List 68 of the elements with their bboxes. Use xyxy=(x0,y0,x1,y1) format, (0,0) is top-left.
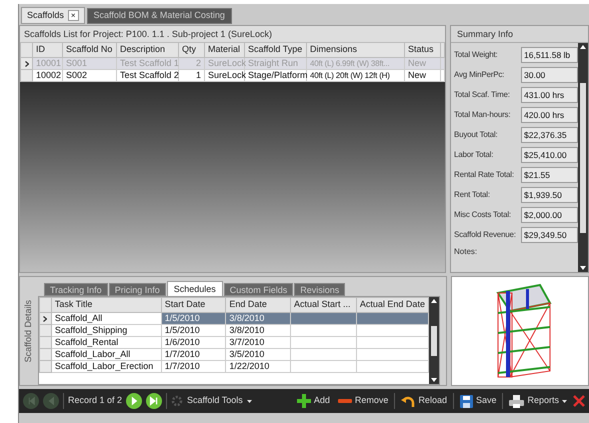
tab-label: Scaffolds xyxy=(27,8,64,22)
column-header[interactable]: Actual Start ... xyxy=(290,298,356,312)
printer-icon xyxy=(509,394,524,408)
value-field[interactable]: $1,939.50 xyxy=(521,187,578,203)
last-button[interactable] xyxy=(146,393,162,409)
grid-title: Scaffolds List for Project: P100. 1.1 . Sub-project 1 (SureLock) xyxy=(20,26,445,42)
field-label: Avg MinPerPc: xyxy=(454,69,506,81)
value-field[interactable]: $29,349.50 xyxy=(521,227,578,243)
add-button[interactable]: Add xyxy=(294,394,332,408)
column-header[interactable]: Dimensions xyxy=(306,42,404,58)
close-button[interactable]: × xyxy=(68,10,79,21)
document-tab[interactable]: Scaffold BOM & Material Costing xyxy=(86,8,232,24)
value-field[interactable]: 431.00 hrs xyxy=(521,87,578,103)
field-label: Rent Total: xyxy=(454,189,491,201)
caret-icon xyxy=(246,400,252,402)
table-cell: 1/22/2010 xyxy=(226,360,290,372)
next-button[interactable] xyxy=(126,393,142,409)
tab[interactable]: Pricing Info xyxy=(108,283,166,296)
field-label: Notes: xyxy=(454,247,478,257)
minus-icon xyxy=(338,399,352,403)
reports-button[interactable]: Reports xyxy=(507,394,569,408)
field-label: Misc Costs Total: xyxy=(454,209,512,221)
panel-title: Summary Info xyxy=(456,28,514,41)
save-button[interactable]: Save xyxy=(458,394,498,408)
field-label: Buyout Total: xyxy=(454,129,499,141)
record-counter: Record 1 of 2 xyxy=(68,394,122,408)
column-header[interactable]: Actual End Date xyxy=(356,298,428,312)
value-field[interactable]: $2,000.00 xyxy=(521,207,578,223)
plus-icon xyxy=(296,394,311,408)
value-field[interactable]: 30.00 xyxy=(521,67,578,83)
table-cell: Scaffold_Labor_Erection xyxy=(51,360,162,372)
row-indicator[interactable] xyxy=(40,312,52,324)
gear-icon xyxy=(171,395,184,407)
field-label: Labor Total: xyxy=(454,149,494,161)
undo-arrow-icon xyxy=(401,394,416,408)
scrollbar[interactable] xyxy=(429,297,439,384)
table-cell: 1/5/2010 xyxy=(161,312,226,324)
field-label: Rental Rate Total: xyxy=(454,169,515,181)
table-cell: 3/8/2010 xyxy=(226,312,290,324)
column-header[interactable]: Description xyxy=(116,42,178,58)
field-label: Scaffold Revenue: xyxy=(454,229,517,241)
value-field[interactable]: $21.55 xyxy=(521,167,578,183)
remove-button[interactable]: Remove xyxy=(336,394,390,408)
tools-menu[interactable]: Scaffold Tools xyxy=(171,394,252,408)
column-header[interactable]: End Date xyxy=(226,298,290,312)
tab[interactable]: Schedules xyxy=(166,281,223,296)
column-header[interactable]: Task Title xyxy=(51,298,162,312)
table-cell: 1/7/2010 xyxy=(161,360,226,372)
chevron-icon xyxy=(24,61,28,68)
chevron-icon xyxy=(43,316,48,322)
close-icon[interactable] xyxy=(573,395,585,407)
value-field[interactable]: 420.00 hrs xyxy=(521,107,578,123)
field-label: Total Weight: xyxy=(454,49,498,61)
tab[interactable]: Tracking Info xyxy=(44,283,108,296)
field-label: Total Man-hours: xyxy=(454,109,512,121)
scrollbar[interactable] xyxy=(578,43,588,272)
reload-button[interactable]: Reload xyxy=(399,394,449,408)
document-tab[interactable]: Scaffolds × xyxy=(21,7,85,24)
value-field[interactable]: $22,376.35 xyxy=(521,127,578,143)
column-header[interactable]: Scaffold Type xyxy=(244,42,306,58)
tab[interactable]: Custom Fields xyxy=(224,283,294,296)
value-field[interactable]: 16,511.58 lb xyxy=(521,47,578,63)
panel-label: Scaffold Details xyxy=(22,300,34,362)
caret-icon xyxy=(562,400,567,402)
value-field[interactable]: $25,410.00 xyxy=(521,147,578,163)
field-label: Total Scaf. Time: xyxy=(454,89,511,101)
tab[interactable]: Revisions xyxy=(294,283,346,296)
row-indicator[interactable] xyxy=(20,58,32,70)
